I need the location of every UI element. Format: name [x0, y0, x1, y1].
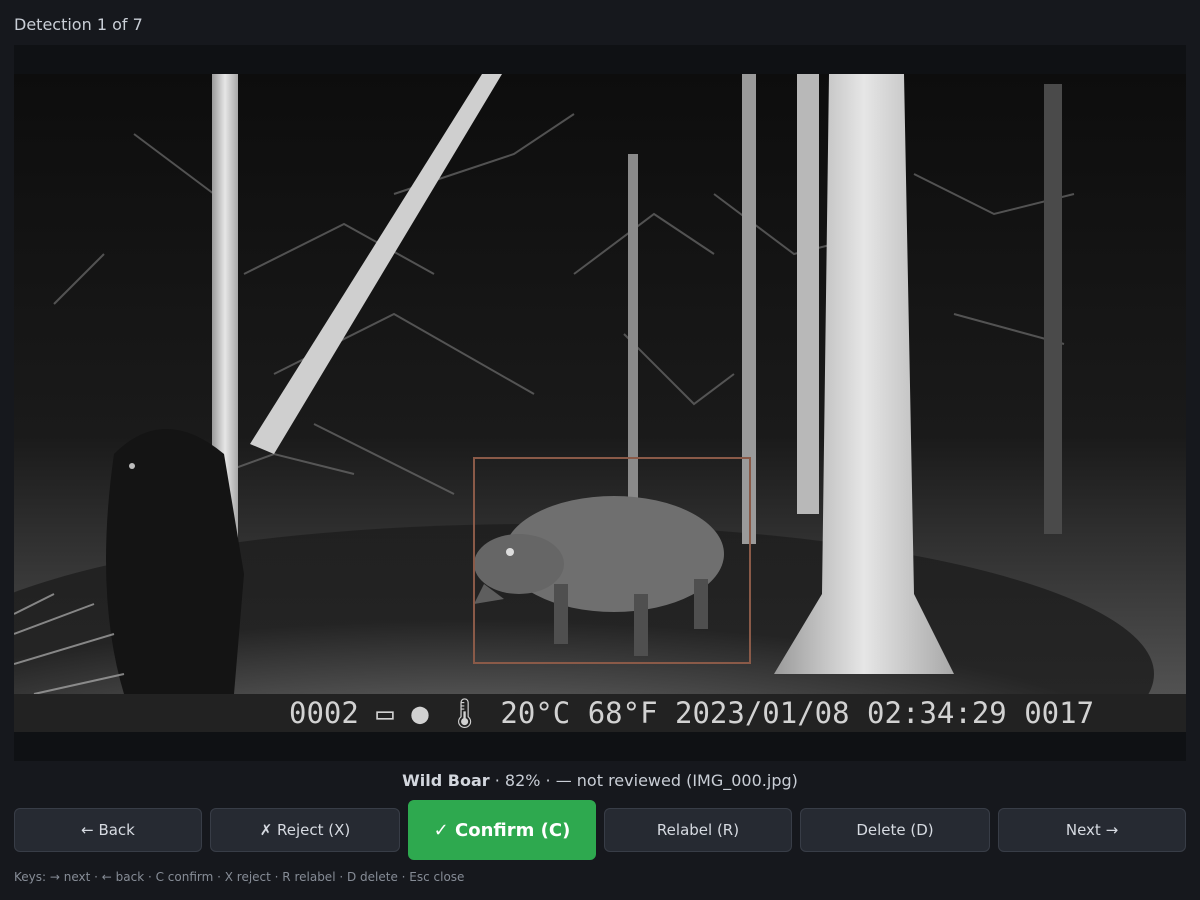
confirm-button[interactable]: ✓ Confirm (C): [408, 800, 596, 860]
detection-counter: Detection 1 of 7: [14, 15, 143, 34]
back-button[interactable]: ← Back: [14, 808, 202, 852]
trail-camera-photo: 0002 ▭ ● 🌡 20°C 68°F 2023/01/08 02:34:29…: [14, 74, 1186, 732]
image-viewer: 0002 ▭ ● 🌡 20°C 68°F 2023/01/08 02:34:29…: [14, 45, 1186, 761]
species-label: Wild Boar: [402, 771, 490, 790]
detection-details: · 82% · — not reviewed (IMG_000.jpg): [489, 771, 798, 790]
detection-bounding-box: [473, 457, 751, 664]
keyboard-shortcuts-hint: Keys: → next · ← back · C confirm · X re…: [14, 870, 465, 884]
detection-caption: Wild Boar · 82% · — not reviewed (IMG_00…: [0, 771, 1200, 790]
camera-info-bar: 0002 ▭ ● 🌡 20°C 68°F 2023/01/08 02:34:29…: [14, 694, 1186, 732]
next-button[interactable]: Next →: [998, 808, 1186, 852]
delete-button[interactable]: Delete (D): [800, 808, 990, 852]
review-app: Detection 1 of 7 0002 ▭ ● 🌡 20°C 68°F 20…: [0, 0, 1200, 900]
relabel-button[interactable]: Relabel (R): [604, 808, 792, 852]
camera-info-text: 0002 ▭ ● 🌡 20°C 68°F 2023/01/08 02:34:29…: [289, 696, 1095, 730]
reject-button[interactable]: ✗ Reject (X): [210, 808, 400, 852]
